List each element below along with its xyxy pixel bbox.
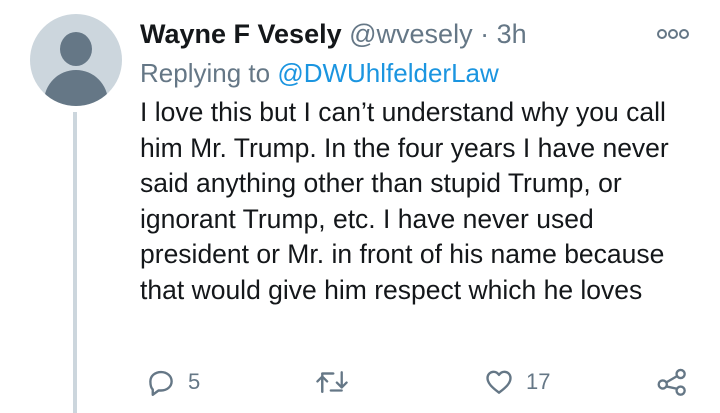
reply-count: 5 (188, 369, 201, 394)
heart-icon (486, 370, 512, 394)
retweet-icon (316, 371, 348, 393)
tweet[interactable]: Wayne F Vesely @wvesely · 3h Replying to… (0, 0, 720, 413)
like-button[interactable]: 17 (484, 367, 550, 397)
replying-to: Replying to @DWUhlfelderLaw (140, 57, 499, 89)
default-avatar-icon[interactable] (30, 14, 122, 106)
timestamp[interactable]: 3h (497, 19, 527, 49)
separator-dot: · (480, 19, 490, 49)
user-handle[interactable]: @wvesely (349, 19, 472, 49)
replying-to-label: Replying to (140, 58, 278, 88)
avatar-head (60, 32, 92, 66)
reply-button[interactable]: 5 (146, 367, 200, 397)
replying-to-mention[interactable]: @DWUhlfelderLaw (277, 58, 498, 88)
thread-line (73, 112, 77, 413)
like-count: 17 (526, 369, 551, 394)
more-options-glyph (657, 29, 689, 39)
display-name[interactable]: Wayne F Vesely (140, 19, 342, 49)
share-button[interactable] (656, 367, 688, 397)
reply-icon (149, 370, 173, 396)
share-icon (657, 368, 686, 396)
tweet-header: Wayne F Vesely @wvesely · 3h (140, 18, 527, 50)
more-options-icon[interactable] (656, 27, 690, 41)
avatar-body (44, 70, 108, 106)
retweet-button[interactable] (315, 367, 361, 397)
tweet-text: I love this but I can’t understand why y… (140, 97, 669, 305)
